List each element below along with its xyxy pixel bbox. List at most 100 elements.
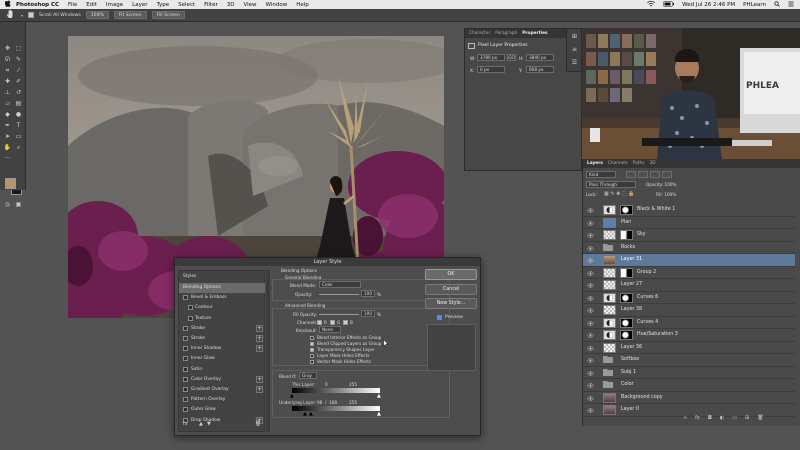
- visibility-eye-icon[interactable]: [587, 258, 594, 263]
- layer-row[interactable]: Sky: [583, 229, 795, 242]
- hand-tool-icon[interactable]: [6, 9, 16, 21]
- layer-thumbnail[interactable]: [603, 255, 616, 265]
- width-field[interactable]: 3780 px: [477, 54, 505, 61]
- opacity-slider[interactable]: [319, 294, 359, 295]
- move-tool-icon[interactable]: ✥: [3, 44, 12, 53]
- style-item[interactable]: Color Overlay +: [179, 375, 265, 385]
- folder-icon[interactable]: ▭: [732, 415, 737, 424]
- layer-row[interactable]: Plan: [583, 217, 795, 229]
- tab-paragraph[interactable]: Paragraph: [495, 31, 517, 36]
- layer-thumbnail[interactable]: [603, 342, 616, 353]
- visibility-eye-icon[interactable]: [587, 245, 594, 251]
- visibility-eye-icon[interactable]: [587, 233, 594, 238]
- styles-scrollbar[interactable]: [266, 270, 270, 432]
- layer-row[interactable]: Curves 4: [583, 317, 795, 329]
- tab-paths[interactable]: Paths: [633, 161, 645, 166]
- blend-option-checkbox[interactable]: [310, 360, 314, 364]
- style-checkbox[interactable]: [183, 407, 188, 413]
- layer-row[interactable]: Black & White 1: [583, 204, 795, 217]
- hand-tool-icon[interactable]: ✋: [3, 143, 12, 152]
- zoom-100-button[interactable]: 100%: [85, 11, 109, 19]
- blur-tool-icon[interactable]: ◆: [3, 110, 12, 119]
- style-checkbox[interactable]: [183, 387, 188, 392]
- style-item[interactable]: Satin: [179, 365, 265, 375]
- dodge-tool-icon[interactable]: ●: [14, 110, 23, 119]
- this-layer-black-slider[interactable]: ▲: [290, 393, 294, 399]
- menu-photoshop[interactable]: Photoshop CC: [16, 2, 59, 8]
- layer-opacity[interactable]: Opacity: 100%: [646, 182, 677, 187]
- history-panel-icon[interactable]: ⊞: [570, 32, 579, 41]
- menu-help[interactable]: Help: [296, 2, 309, 8]
- blend-option-checkbox[interactable]: [310, 342, 314, 346]
- visibility-eye-icon[interactable]: [587, 295, 594, 301]
- style-checkbox[interactable]: [183, 366, 188, 372]
- quick-mask-icon[interactable]: ◎: [3, 200, 12, 209]
- new-layer-icon[interactable]: ⊞: [745, 415, 749, 424]
- pen-tool-icon[interactable]: ✒: [3, 121, 12, 130]
- channel-r-checkbox[interactable]: [317, 320, 322, 325]
- layer-name[interactable]: Layer 36: [621, 345, 642, 350]
- foreground-color-swatch[interactable]: [5, 178, 16, 189]
- y-field[interactable]: 608 px: [526, 66, 554, 73]
- visibility-eye-icon[interactable]: [587, 320, 594, 326]
- menu-3d[interactable]: 3D: [227, 2, 235, 8]
- layer-name[interactable]: Hue/Saturation 3: [637, 332, 678, 337]
- blend-mode-select[interactable]: Color: [319, 281, 361, 288]
- style-checkbox[interactable]: [183, 325, 188, 331]
- layer-name[interactable]: Rocks: [621, 245, 635, 250]
- apple-icon[interactable]: [0, 0, 16, 9]
- tab-character[interactable]: Character: [469, 31, 490, 36]
- healing-brush-tool-icon[interactable]: ✚: [3, 77, 12, 86]
- path-select-tool-icon[interactable]: ➤: [3, 132, 12, 141]
- screen-mode-icon[interactable]: ▣: [14, 200, 23, 209]
- clone-stamp-tool-icon[interactable]: ⊥: [3, 88, 12, 97]
- layer-name[interactable]: Sky: [637, 232, 646, 237]
- blend-option-checkbox[interactable]: [310, 348, 314, 352]
- layer-row[interactable]: Layer 27: [583, 279, 795, 292]
- knockout-select[interactable]: None: [319, 326, 341, 333]
- style-checkbox[interactable]: [183, 336, 188, 341]
- style-checkbox[interactable]: [188, 305, 193, 311]
- layer-name[interactable]: Background copy: [621, 395, 663, 400]
- folder-icon[interactable]: [603, 380, 613, 390]
- this-layer-white-slider[interactable]: ▲: [377, 393, 381, 399]
- visibility-eye-icon[interactable]: [587, 308, 594, 313]
- visibility-eye-icon[interactable]: [587, 208, 594, 213]
- layer-name[interactable]: Curves 6: [637, 295, 658, 300]
- rectangle-tool-icon[interactable]: ▭: [14, 132, 23, 141]
- fx-menu-icon[interactable]: fx: [183, 421, 188, 427]
- brush-tool-icon[interactable]: ✐: [14, 77, 23, 86]
- style-item[interactable]: Stroke +: [179, 334, 265, 344]
- layer-name[interactable]: Plan: [621, 220, 631, 225]
- eyedropper-tool-icon[interactable]: ⁄: [14, 66, 23, 75]
- opacity-input[interactable]: 100: [361, 290, 375, 297]
- layer-row[interactable]: Group 2: [583, 267, 795, 279]
- layer-row[interactable]: Layer 38: [583, 304, 795, 317]
- visibility-eye-icon[interactable]: [587, 358, 594, 363]
- style-item[interactable]: Blending Options: [179, 283, 265, 293]
- visibility-eye-icon[interactable]: [587, 345, 594, 351]
- trash-icon[interactable]: 🗑: [757, 415, 763, 424]
- cancel-button[interactable]: Cancel: [425, 284, 477, 295]
- style-checkbox[interactable]: [188, 315, 193, 321]
- layer-row[interactable]: Subj 1: [583, 367, 795, 379]
- menu-file[interactable]: File: [68, 2, 77, 8]
- folder-icon[interactable]: [603, 368, 613, 378]
- layer-fill[interactable]: Fill: 100%: [656, 192, 676, 197]
- spotlight-icon[interactable]: [774, 0, 780, 9]
- layer-row[interactable]: Color: [583, 379, 795, 392]
- style-item[interactable]: Bevel & Emboss: [179, 293, 265, 303]
- blend-if-select[interactable]: Gray: [299, 372, 317, 379]
- layer-mask-thumbnail[interactable]: [620, 292, 633, 303]
- blend-option-checkbox[interactable]: [310, 336, 314, 340]
- layer-thumbnail[interactable]: [603, 267, 616, 278]
- type-tool-icon[interactable]: T: [14, 121, 23, 130]
- style-item[interactable]: Contour: [179, 303, 265, 313]
- more-tools-icon[interactable]: ···: [3, 154, 12, 163]
- filter-type-icon[interactable]: [650, 171, 660, 178]
- lock-icons[interactable]: ▦ ✎ ✥ ⬚ 🔒: [604, 191, 634, 197]
- eraser-tool-icon[interactable]: ▱: [3, 99, 12, 108]
- layer-mask-thumbnail[interactable]: [620, 317, 633, 328]
- layer-row[interactable]: Curves 6: [583, 292, 795, 304]
- menu-layer[interactable]: Layer: [132, 2, 147, 8]
